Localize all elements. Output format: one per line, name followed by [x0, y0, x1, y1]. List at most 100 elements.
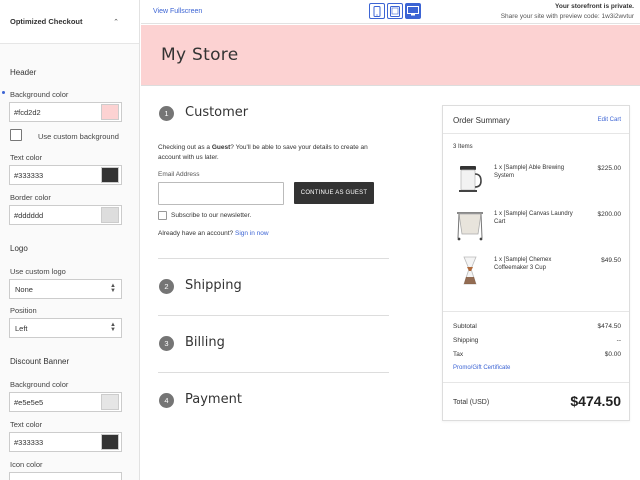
- step-divider: [158, 258, 389, 259]
- order-summary-title: Order Summary: [453, 116, 510, 125]
- shipping-value: --: [616, 337, 621, 344]
- step-divider: [158, 315, 389, 316]
- position-label: Position: [10, 306, 37, 315]
- step-number-customer: 1: [159, 106, 174, 121]
- section-header: Header: [10, 68, 37, 77]
- use-custom-logo-value: None: [15, 284, 33, 294]
- item-price: $200.00: [597, 211, 622, 218]
- background-color-label: Background color: [10, 90, 69, 99]
- icon-color-field[interactable]: [9, 472, 122, 480]
- continue-as-guest-button[interactable]: CONTINUE AS GUEST: [294, 182, 374, 204]
- newsletter-label: Subscribe to our newsletter.: [171, 212, 252, 219]
- tablet-icon: [390, 5, 400, 17]
- chemex-coffeemaker-image: [463, 256, 477, 285]
- preview-code-notice: Share your site with preview code: 1w3i2…: [500, 13, 634, 20]
- canvas-laundry-cart-image: [457, 212, 483, 241]
- email-label: Email Address: [158, 171, 200, 178]
- background-color-field[interactable]: #fcd2d2: [9, 102, 122, 122]
- discount-background-color-value[interactable]: #e5e5e5: [10, 398, 101, 407]
- background-color-value[interactable]: #fcd2d2: [10, 108, 101, 117]
- preview-toolbar: View Fullscreen Your storefront is priva…: [141, 0, 640, 24]
- summary-divider: [443, 311, 629, 312]
- icon-color-label: Icon color: [10, 460, 43, 469]
- total-label: Total (USD): [453, 399, 490, 406]
- tax-label: Tax: [453, 351, 464, 358]
- border-color-swatch[interactable]: [101, 207, 119, 223]
- item-count: 3 Items: [453, 144, 473, 150]
- background-color-swatch[interactable]: [101, 104, 119, 120]
- use-custom-logo-select[interactable]: None ▲ ▼: [9, 279, 122, 299]
- border-color-field[interactable]: #dddddd: [9, 205, 122, 225]
- email-input[interactable]: [158, 182, 284, 205]
- subtotal-value: $474.50: [597, 323, 622, 330]
- discount-text-color-label: Text color: [10, 420, 43, 429]
- able-brewing-system-image: [459, 166, 482, 192]
- border-color-value[interactable]: #dddddd: [10, 211, 101, 220]
- store-header: My Store: [141, 25, 640, 86]
- discount-background-color-field[interactable]: #e5e5e5: [9, 392, 122, 412]
- text-color-swatch[interactable]: [101, 167, 119, 183]
- step-number-payment: 4: [159, 393, 174, 408]
- step-divider: [158, 372, 389, 373]
- step-title-shipping: Shipping: [185, 278, 242, 293]
- panel-header[interactable]: Optimized Checkout ⌃: [0, 0, 139, 44]
- promo-gift-certificate-link[interactable]: Promo/Gift Certificate: [453, 365, 510, 371]
- total-value: $474.50: [570, 393, 621, 409]
- summary-divider: [443, 382, 629, 383]
- shipping-label: Shipping: [453, 337, 479, 344]
- device-switcher: [369, 3, 421, 19]
- discount-background-color-swatch[interactable]: [101, 394, 119, 410]
- have-account-text: Already have an account?: [158, 230, 234, 237]
- mobile-icon: [373, 5, 381, 17]
- tax-value: $0.00: [604, 351, 621, 358]
- discount-text-color-value[interactable]: #333333: [10, 438, 101, 447]
- panel-title: Optimized Checkout: [10, 17, 83, 26]
- theme-settings-panel: Optimized Checkout ⌃ Header Background c…: [0, 0, 140, 480]
- item-name: 1 x [Sample] Able Brewing System: [494, 165, 565, 179]
- discount-text-color-field[interactable]: #333333: [9, 432, 122, 452]
- sign-in-link[interactable]: Sign in now: [235, 230, 269, 237]
- desktop-icon: [407, 6, 419, 16]
- position-select[interactable]: Left ▲ ▼: [9, 318, 122, 338]
- item-price: $49.50: [601, 257, 621, 264]
- step-title-customer: Customer: [185, 105, 249, 120]
- step-title-billing: Billing: [185, 335, 225, 350]
- position-value: Left: [15, 323, 28, 333]
- item-name: 1 x [Sample] Chemex Coffeemaker 3 Cup: [494, 257, 552, 271]
- desktop-view-button[interactable]: [405, 3, 421, 19]
- section-discount-banner: Discount Banner: [10, 357, 70, 366]
- use-custom-background-checkbox[interactable]: [10, 129, 22, 141]
- item-price: $225.00: [597, 165, 622, 172]
- edit-cart-link[interactable]: Edit Cart: [598, 117, 621, 123]
- store-name[interactable]: My Store: [161, 45, 238, 65]
- text-color-label: Text color: [10, 153, 43, 162]
- guest-intro-bold: Guest: [211, 144, 231, 151]
- guest-intro-text: Checking out as a Guest? You'll be able …: [158, 143, 383, 162]
- order-summary: Order Summary Edit Cart 3 Items 1 x [Sam…: [442, 105, 630, 421]
- guest-intro-pre: Checking out as a: [158, 144, 212, 151]
- border-color-label: Border color: [10, 193, 51, 202]
- text-color-value[interactable]: #333333: [10, 171, 101, 180]
- use-custom-logo-label: Use custom logo: [10, 267, 66, 276]
- item-name: 1 x [Sample] Canvas Laundry Cart: [494, 211, 573, 225]
- view-fullscreen-link[interactable]: View Fullscreen: [153, 8, 202, 15]
- select-arrows-icon: ▲ ▼: [110, 283, 116, 294]
- sign-in-line: Already have an account? Sign in now: [158, 230, 269, 237]
- use-custom-background-label: Use custom background: [38, 132, 119, 141]
- select-arrows-icon: ▲ ▼: [110, 322, 116, 333]
- newsletter-checkbox[interactable]: [158, 211, 167, 220]
- mobile-view-button[interactable]: [369, 3, 385, 19]
- chevron-up-icon[interactable]: ⌃: [113, 18, 119, 26]
- tablet-view-button[interactable]: [387, 3, 403, 19]
- section-logo: Logo: [10, 244, 28, 253]
- step-number-billing: 3: [159, 336, 174, 351]
- private-storefront-notice: Your storefront is private.: [555, 3, 634, 10]
- step-title-payment: Payment: [185, 392, 242, 407]
- discount-background-color-label: Background color: [10, 380, 69, 389]
- step-number-shipping: 2: [159, 279, 174, 294]
- text-color-field[interactable]: #333333: [9, 165, 122, 185]
- order-summary-header: Order Summary Edit Cart: [443, 106, 629, 134]
- discount-text-color-swatch[interactable]: [101, 434, 119, 450]
- changed-indicator-dot: [2, 91, 5, 94]
- subtotal-label: Subtotal: [453, 323, 477, 330]
